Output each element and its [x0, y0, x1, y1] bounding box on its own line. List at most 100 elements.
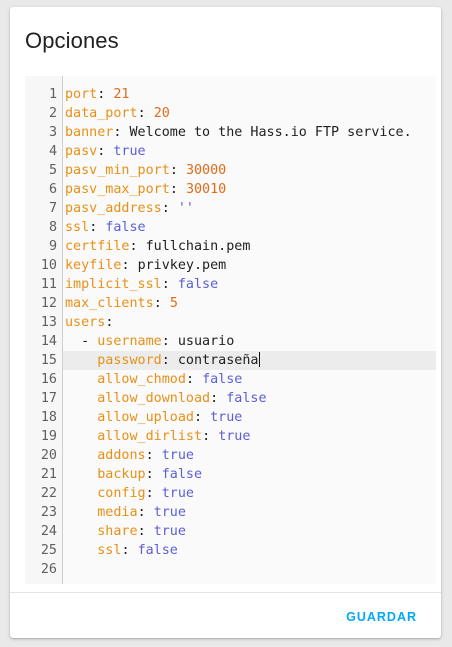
line-number: 24: [40, 524, 57, 539]
yaml-key: addons: [97, 448, 146, 463]
editor-line[interactable]: 19 allow_dirlist: true: [25, 427, 436, 446]
yaml-colon: :: [161, 201, 178, 216]
yaml-value: 30010: [185, 182, 227, 197]
editor-line[interactable]: 3 banner: Welcome to the Hass.io FTP serv…: [25, 123, 436, 142]
line-number: 2: [48, 106, 57, 121]
yaml-colon: :: [210, 391, 227, 406]
editor-line[interactable]: 16 allow_chmod: false: [25, 370, 436, 389]
yaml-key: ssl: [65, 220, 90, 235]
editor-line[interactable]: 26: [25, 560, 436, 579]
editor-line[interactable]: 4 pasv: true: [25, 142, 436, 161]
line-number: 15: [40, 353, 57, 368]
options-card: Opciones 1 port: 21 2 data_port: 20 3 banner:…: [10, 7, 441, 638]
editor-line[interactable]: 11 implicit_ssl: false: [25, 275, 436, 294]
editor-line[interactable]: 8 ssl: false: [25, 218, 436, 237]
line-code: addons: true: [65, 446, 194, 465]
yaml-value: Welcome to the Hass.io FTP service.: [129, 125, 412, 140]
line-number: 11: [40, 277, 57, 292]
editor-lines[interactable]: 1 port: 21 2 data_port: 20 3 banner: Welcome …: [25, 85, 436, 579]
editor-line[interactable]: 22 config: true: [25, 484, 436, 503]
line-code: keyfile: privkey.pem: [65, 256, 226, 275]
yaml-value: privkey.pem: [137, 258, 227, 273]
editor-line[interactable]: 20 addons: true: [25, 446, 436, 465]
line-number: 4: [48, 144, 57, 159]
save-button[interactable]: GUARDAR: [336, 604, 427, 630]
yaml-colon: :: [161, 353, 178, 368]
yaml-value: 21: [113, 87, 130, 102]
yaml-key: pasv_address: [65, 201, 162, 216]
line-code: pasv_min_port: 30000: [65, 161, 226, 180]
editor-line[interactable]: 18 allow_upload: true: [25, 408, 436, 427]
yaml-colon: :: [161, 277, 178, 292]
yaml-colon: :: [105, 315, 114, 330]
editor-line[interactable]: 12 max_clients: 5: [25, 294, 436, 313]
line-code: allow_download: false: [65, 389, 266, 408]
yaml-value: true: [153, 524, 186, 539]
line-number: 16: [40, 372, 57, 387]
yaml-key: allow_dirlist: [97, 429, 203, 444]
yaml-key: pasv: [65, 144, 98, 159]
line-code: - username: usuario: [65, 332, 234, 351]
editor-line[interactable]: 23 media: true: [25, 503, 436, 522]
yaml-key: config: [97, 486, 146, 501]
yaml-colon: :: [137, 524, 154, 539]
yaml-key: port: [65, 87, 98, 102]
line-code: config: true: [65, 484, 194, 503]
line-number: 5: [48, 163, 57, 178]
line-code: banner: Welcome to the Hass.io FTP servi…: [65, 123, 412, 142]
line-number: 22: [40, 486, 57, 501]
editor-line[interactable]: 25 ssl: false: [25, 541, 436, 560]
editor-line[interactable]: 13 users:: [25, 313, 436, 332]
yaml-key: backup: [97, 467, 146, 482]
yaml-value: true: [161, 486, 194, 501]
line-number: 20: [40, 448, 57, 463]
yaml-colon: :: [129, 239, 146, 254]
yaml-value: usuario: [177, 334, 235, 349]
yaml-colon: :: [194, 410, 211, 425]
editor-line[interactable]: 15 password: contraseña: [25, 351, 436, 370]
editor-line[interactable]: 5 pasv_min_port: 30000: [25, 161, 436, 180]
editor-line[interactable]: 14 - username: usuario: [25, 332, 436, 351]
yaml-key: max_clients: [65, 296, 154, 311]
card-title: Opciones: [25, 28, 119, 53]
line-code: pasv: true: [65, 142, 146, 161]
line-number: 1: [48, 87, 57, 102]
yaml-code-editor[interactable]: 1 port: 21 2 data_port: 20 3 banner: Welcome …: [25, 76, 436, 584]
line-code: users:: [65, 313, 113, 332]
editor-line[interactable]: 2 data_port: 20: [25, 104, 436, 123]
yaml-colon: :: [202, 429, 219, 444]
line-number: 7: [48, 201, 57, 216]
line-code: certfile: fullchain.pem: [65, 237, 250, 256]
yaml-key: data_port: [65, 106, 138, 121]
yaml-colon: :: [97, 144, 114, 159]
yaml-key: users: [65, 315, 106, 330]
yaml-key: banner: [65, 125, 114, 140]
line-code: implicit_ssl: false: [65, 275, 218, 294]
editor-line[interactable]: 10 keyfile: privkey.pem: [25, 256, 436, 275]
yaml-value: false: [202, 372, 243, 387]
yaml-value: true: [210, 410, 243, 425]
yaml-colon: :: [169, 182, 186, 197]
editor-line[interactable]: 1 port: 21: [25, 85, 436, 104]
editor-line[interactable]: 24 share: true: [25, 522, 436, 541]
editor-line[interactable]: 17 allow_download: false: [25, 389, 436, 408]
editor-line[interactable]: 9 certfile: fullchain.pem: [25, 237, 436, 256]
editor-line[interactable]: 6 pasv_max_port: 30010: [25, 180, 436, 199]
editor-line[interactable]: 7 pasv_address: '': [25, 199, 436, 218]
yaml-key: password: [97, 353, 162, 368]
line-number: 25: [40, 543, 57, 558]
yaml-key: media: [97, 505, 138, 520]
editor-line[interactable]: 21 backup: false: [25, 465, 436, 484]
yaml-colon: :: [89, 220, 106, 235]
line-number: 17: [40, 391, 57, 406]
line-code: data_port: 20: [65, 104, 170, 123]
